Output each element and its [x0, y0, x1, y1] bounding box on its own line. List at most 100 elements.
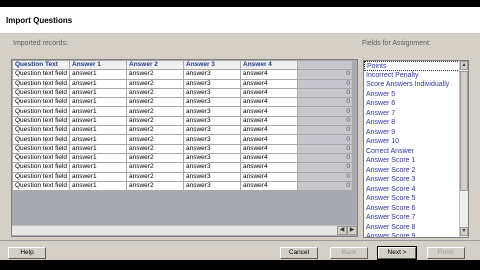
- fields-listbox[interactable]: Points Incorrect Penalty Score Answers Ind…: [363, 60, 469, 238]
- table-cell[interactable]: answer3: [183, 125, 241, 136]
- table-cell[interactable]: answer1: [69, 106, 127, 117]
- field-item[interactable]: Answer 6: [364, 99, 468, 109]
- table-cell[interactable]: answer2: [126, 69, 184, 80]
- table-cell[interactable]: answer4: [240, 69, 298, 80]
- scroll-right-icon[interactable]: ▶: [347, 226, 357, 235]
- table-cell[interactable]: answer3: [183, 134, 241, 145]
- table-cell[interactable]: answer3: [183, 143, 241, 154]
- table-cell[interactable]: answer2: [126, 171, 184, 182]
- field-item[interactable]: Answer Score 9: [364, 232, 468, 237]
- field-item[interactable]: Answer Score 7: [364, 213, 468, 223]
- table-cell[interactable]: answer2: [126, 78, 184, 89]
- table-cell[interactable]: answer3: [183, 97, 241, 108]
- table-cell-extra[interactable]: 0: [297, 115, 353, 127]
- table-row[interactable]: Question text field answer1 answer2 answer3…: [12, 87, 353, 99]
- column-header-answer-4[interactable]: Answer 4: [240, 60, 298, 71]
- column-header-answer-2[interactable]: Answer 2: [126, 60, 184, 71]
- table-cell[interactable]: answer4: [240, 97, 298, 108]
- table-cell-extra[interactable]: 0: [297, 106, 353, 117]
- table-cell-extra[interactable]: 0: [297, 87, 353, 99]
- table-cell[interactable]: answer2: [126, 143, 184, 154]
- table-cell[interactable]: Question text field: [12, 143, 70, 154]
- column-header-extra[interactable]: [297, 60, 353, 71]
- field-item[interactable]: Answer 5: [364, 90, 468, 100]
- table-cell[interactable]: answer1: [69, 162, 127, 173]
- table-cell[interactable]: answer3: [183, 106, 241, 117]
- next-button[interactable]: Next >: [377, 246, 417, 260]
- table-cell[interactable]: answer3: [183, 78, 241, 89]
- table-row[interactable]: Question text field answer1 answer2 answer3…: [12, 115, 353, 127]
- scrollbar-thumb[interactable]: [460, 71, 468, 191]
- table-cell[interactable]: answer1: [69, 143, 127, 154]
- table-cell[interactable]: answer4: [240, 115, 298, 127]
- column-header-question-text[interactable]: Question Text: [12, 60, 70, 71]
- table-cell[interactable]: answer4: [240, 125, 298, 136]
- field-item[interactable]: Answer 7: [364, 109, 468, 119]
- table-cell[interactable]: answer1: [69, 180, 127, 192]
- table-row[interactable]: Question text field answer1 answer2 answer3…: [12, 69, 353, 80]
- table-cell[interactable]: answer4: [240, 134, 298, 145]
- table-cell[interactable]: answer3: [183, 171, 241, 182]
- table-cell[interactable]: Question text field: [12, 69, 70, 80]
- table-row[interactable]: Question text field answer1 answer2 answer3…: [12, 152, 353, 164]
- table-cell-extra[interactable]: 0: [297, 125, 353, 136]
- table-row[interactable]: Question text field answer1 answer2 answer3…: [12, 143, 353, 154]
- imported-records-grid[interactable]: Question Text Answer 1 Answer 2 Answer 3…: [11, 59, 358, 237]
- table-row[interactable]: Question text field answer1 answer2 answer3…: [12, 97, 353, 108]
- table-cell-extra[interactable]: 0: [297, 78, 353, 89]
- table-cell[interactable]: answer3: [183, 162, 241, 173]
- table-cell[interactable]: answer4: [240, 106, 298, 117]
- cancel-button[interactable]: Cancel: [280, 247, 318, 259]
- help-button[interactable]: Help: [8, 247, 46, 259]
- field-item[interactable]: Answer Score 5: [364, 194, 468, 204]
- table-cell[interactable]: answer1: [69, 152, 127, 164]
- field-item[interactable]: Answer Score 3: [364, 175, 468, 185]
- table-cell[interactable]: answer2: [126, 180, 184, 192]
- table-cell[interactable]: answer4: [240, 87, 298, 99]
- table-cell[interactable]: answer2: [126, 87, 184, 99]
- table-cell[interactable]: answer2: [126, 106, 184, 117]
- table-cell-extra[interactable]: 0: [297, 97, 353, 108]
- table-cell[interactable]: Question text field: [12, 152, 70, 164]
- table-cell[interactable]: Question text field: [12, 162, 70, 173]
- table-cell[interactable]: answer3: [183, 115, 241, 127]
- table-cell[interactable]: answer3: [183, 87, 241, 99]
- table-row[interactable]: Question text field answer1 answer2 answer3…: [12, 162, 353, 173]
- table-cell[interactable]: Question text field: [12, 171, 70, 182]
- field-item[interactable]: Correct Answer: [364, 147, 468, 157]
- field-item[interactable]: Answer Score 2: [364, 166, 468, 176]
- table-cell[interactable]: answer1: [69, 134, 127, 145]
- table-cell[interactable]: answer2: [126, 115, 184, 127]
- table-cell[interactable]: Question text field: [12, 125, 70, 136]
- back-button[interactable]: Back: [330, 247, 368, 259]
- table-cell[interactable]: answer1: [69, 115, 127, 127]
- table-row[interactable]: Question text field answer1 answer2 answer3…: [12, 125, 353, 136]
- table-cell[interactable]: answer4: [240, 152, 298, 164]
- column-header-answer-1[interactable]: Answer 1: [69, 60, 127, 71]
- column-header-answer-3[interactable]: Answer 3: [183, 60, 241, 71]
- table-cell[interactable]: answer2: [126, 134, 184, 145]
- field-item[interactable]: Score Answers Individually: [364, 80, 468, 90]
- table-cell-extra[interactable]: 0: [297, 171, 353, 182]
- field-item[interactable]: Points: [364, 61, 468, 71]
- table-cell[interactable]: Question text field: [12, 97, 70, 108]
- table-row[interactable]: Question text field answer1 answer2 answer3…: [12, 180, 353, 192]
- table-row[interactable]: Question text field answer1 answer2 answer3…: [12, 106, 353, 117]
- table-cell[interactable]: answer3: [183, 152, 241, 164]
- field-item[interactable]: Answer Score 8: [364, 223, 468, 233]
- table-cell[interactable]: answer4: [240, 171, 298, 182]
- table-cell[interactable]: answer1: [69, 171, 127, 182]
- table-cell[interactable]: Question text field: [12, 180, 70, 192]
- table-cell-extra[interactable]: 0: [297, 152, 353, 164]
- horizontal-scrollbar[interactable]: ◀ ▶: [12, 225, 357, 235]
- table-cell-extra[interactable]: 0: [297, 69, 353, 80]
- table-cell[interactable]: Question text field: [12, 78, 70, 89]
- field-item[interactable]: Answer 10: [364, 137, 468, 147]
- table-row[interactable]: Question text field answer1 answer2 answer3…: [12, 78, 353, 89]
- table-cell[interactable]: answer1: [69, 78, 127, 89]
- table-cell[interactable]: answer4: [240, 143, 298, 154]
- field-item[interactable]: Answer Score 6: [364, 204, 468, 214]
- vertical-scrollbar[interactable]: ▲ ▼: [459, 61, 468, 237]
- table-cell-extra[interactable]: 0: [297, 134, 353, 145]
- scroll-down-icon[interactable]: ▼: [460, 227, 468, 236]
